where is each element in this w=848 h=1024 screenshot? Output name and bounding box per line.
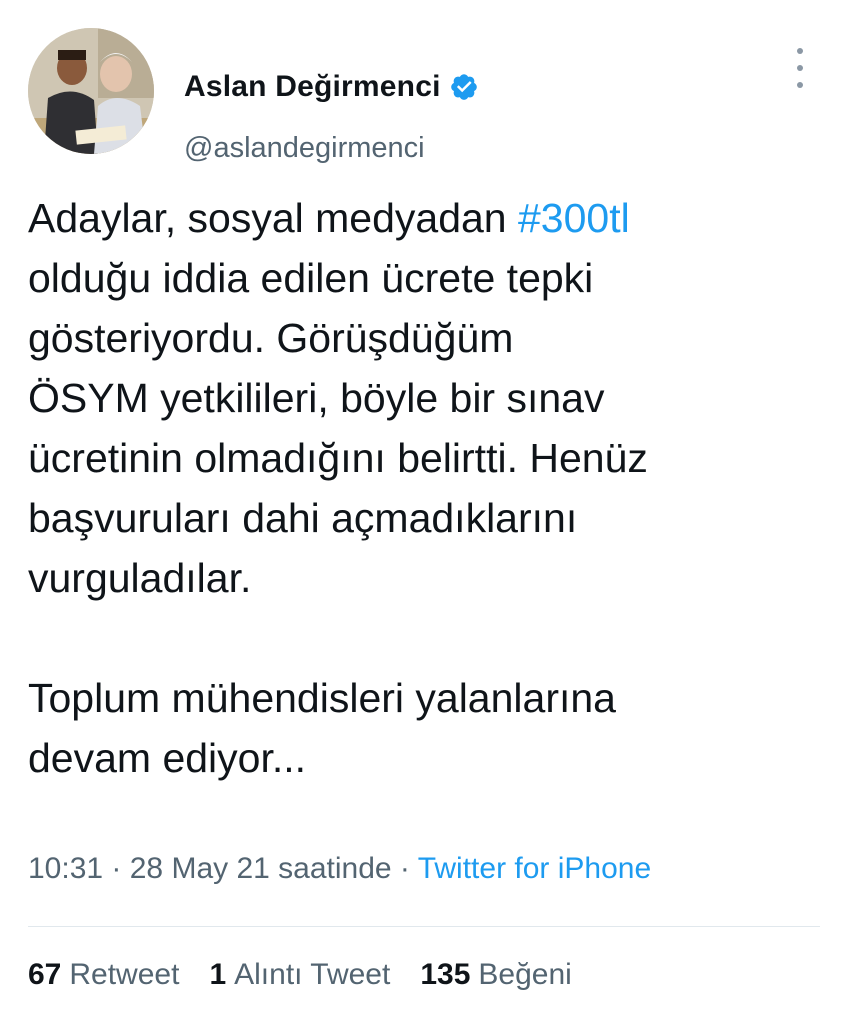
tweet-text-part: Adaylar, sosyal medyadan [28,195,518,241]
quote-label: Alıntı Tweet [234,958,391,991]
like-label: Beğeni [478,958,572,991]
more-dot [797,65,803,71]
divider [28,926,820,927]
author-name-line: Aslan Değirmenci [184,70,479,104]
verified-badge-icon [450,74,477,100]
like-stat[interactable]: 135 Beğeni [420,958,571,992]
meta-separator: · [391,852,418,885]
tweet-time[interactable]: 10:31 [28,852,103,885]
avatar[interactable] [28,28,154,154]
tweet-header: Aslan Değirmenci @aslandegirmenci [28,28,828,164]
tweet-source-link[interactable]: Twitter for iPhone [418,852,651,885]
retweet-stat[interactable]: 67 Retweet [28,958,179,992]
like-count: 135 [420,958,471,991]
retweet-count: 67 [28,958,62,991]
retweet-label: Retweet [69,958,180,991]
hashtag-link[interactable]: #300tl [518,195,630,241]
author-handle[interactable]: @aslandegirmenci [184,132,425,165]
tweet-meta: 10:31 · 28 May 21 saatinde · Twitter for… [28,852,651,886]
tweet-text: Adaylar, sosyal medyadan #300tl olduğu i… [28,188,828,788]
tweet-date[interactable]: 28 May 21 saatinde [130,852,392,885]
more-vertical-icon[interactable] [788,48,812,88]
meta-separator: · [103,852,130,885]
tweet-stats: 67 Retweet 1 Alıntı Tweet 135 Beğeni [28,958,572,992]
more-dot [797,82,803,88]
avatar-image [28,28,154,154]
quote-stat[interactable]: 1 Alıntı Tweet [209,958,390,992]
quote-count: 1 [209,958,227,991]
more-dot [797,48,803,54]
author-name[interactable]: Aslan Değirmenci [184,70,441,104]
tweet-text-part: olduğu iddia edilen ücrete tepki gösteri… [28,255,648,781]
